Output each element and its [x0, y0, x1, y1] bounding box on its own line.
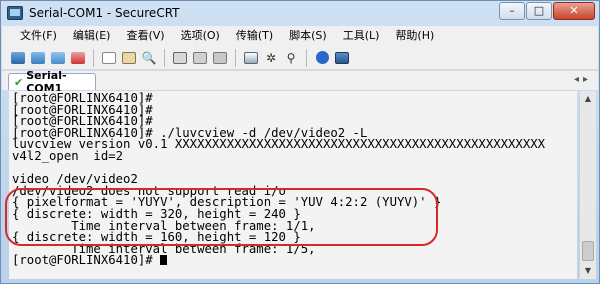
terminal-prompt: [root@FORLINX6410]#: [12, 253, 161, 267]
toolbar-separator: [93, 48, 94, 67]
menu-options[interactable]: 选项(O): [173, 26, 228, 46]
securecrt-window: Serial-COM1 - SecureCRT – □ ✕ 文件(F) 编辑(E…: [0, 0, 600, 284]
paste-icon[interactable]: [121, 50, 137, 66]
connect-tab-icon[interactable]: [50, 50, 66, 66]
toolbar-separator: [306, 48, 307, 67]
title-bar: Serial-COM1 - SecureCRT – □ ✕: [1, 1, 599, 25]
securecrt-app-icon: [7, 6, 23, 20]
menu-script[interactable]: 脚本(S): [281, 26, 335, 46]
terminal-prompt-line: [root@FORLINX6410]#: [12, 253, 168, 267]
toolbar-separator: [235, 48, 236, 67]
key-icon[interactable]: ⚲: [283, 50, 299, 66]
menu-view[interactable]: 查看(V): [118, 26, 172, 46]
help-icon[interactable]: [314, 50, 330, 66]
session-tab-bar: ✔ Serial-COM1 ◂▸: [2, 69, 598, 95]
terminal-line: v4l2_open id=2: [12, 149, 124, 163]
menu-edit[interactable]: 编辑(E): [65, 26, 119, 46]
terminal-cursor: [160, 255, 168, 265]
print-icon[interactable]: [172, 50, 188, 66]
minimize-button[interactable]: –: [499, 2, 525, 20]
toolbar: 🔍 ✲ ⚲: [2, 46, 598, 70]
menu-file[interactable]: 文件(F): [2, 26, 65, 46]
tab-scroll-arrows-icon[interactable]: ◂▸: [574, 74, 592, 85]
about-icon[interactable]: [334, 50, 350, 66]
connect-icon[interactable]: [10, 50, 26, 66]
close-button[interactable]: ✕: [553, 2, 595, 20]
scroll-down-icon[interactable]: ▼: [580, 263, 596, 279]
print-screen-icon[interactable]: [212, 50, 228, 66]
menu-help[interactable]: 帮助(H): [387, 26, 442, 46]
toolbar-separator: [164, 48, 165, 67]
tab-serial-com1[interactable]: ✔ Serial-COM1: [8, 69, 96, 95]
window-title: Serial-COM1 - SecureCRT: [29, 6, 180, 20]
copy-icon[interactable]: [101, 50, 117, 66]
connected-check-icon: ✔: [14, 75, 24, 89]
disconnect-icon[interactable]: [70, 50, 86, 66]
print-selection-icon[interactable]: [192, 50, 208, 66]
find-icon[interactable]: 🔍: [141, 50, 157, 66]
menu-tools[interactable]: 工具(L): [335, 26, 388, 46]
menu-transfer[interactable]: 传输(T): [228, 26, 281, 46]
terminal-scrollbar[interactable]: ▲ ▼: [579, 91, 596, 279]
window-controls: – □ ✕: [499, 2, 595, 20]
scroll-up-icon[interactable]: ▲: [580, 91, 596, 107]
key-map-icon[interactable]: ✲: [263, 50, 279, 66]
sftp-icon[interactable]: [243, 50, 259, 66]
quick-connect-icon[interactable]: [30, 50, 46, 66]
terminal-output[interactable]: [root@FORLINX6410]# [root@FORLINX6410]# …: [9, 91, 577, 279]
menu-bar: 文件(F) 编辑(E) 查看(V) 选项(O) 传输(T) 脚本(S) 工具(L…: [2, 26, 598, 46]
maximize-button[interactable]: □: [526, 2, 552, 20]
scrollbar-thumb[interactable]: [582, 241, 594, 261]
